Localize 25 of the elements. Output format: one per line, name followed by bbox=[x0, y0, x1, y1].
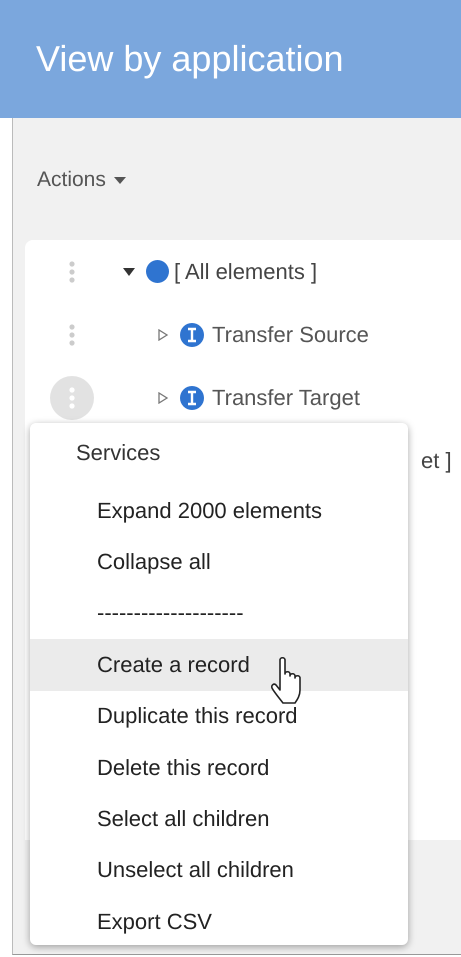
menu-item[interactable]: -------------------- bbox=[30, 588, 408, 640]
menu-item[interactable]: Select all children bbox=[30, 793, 408, 845]
drag-handle[interactable] bbox=[50, 376, 94, 420]
menu-item[interactable]: Export CSV bbox=[30, 896, 408, 948]
tree-node-label[interactable]: [ All elements ] bbox=[174, 258, 318, 284]
caret-icon bbox=[114, 176, 126, 184]
menu-item[interactable]: Delete this record bbox=[30, 742, 408, 794]
tree-node-label[interactable]: Transfer Source bbox=[212, 322, 369, 348]
page-title: View by application bbox=[36, 38, 344, 80]
menu-heading: Services bbox=[75, 439, 162, 467]
expand-triangle-icon[interactable] bbox=[156, 392, 170, 404]
menu-item[interactable]: Expand 2000 elements bbox=[30, 485, 408, 536]
info-circle-icon bbox=[180, 386, 204, 410]
hand-cursor-icon bbox=[268, 656, 304, 706]
menu-item[interactable]: Collapse all bbox=[30, 536, 408, 588]
tree-node-label[interactable]: et ] bbox=[421, 448, 452, 474]
menu-item[interactable]: Create a record bbox=[30, 639, 408, 691]
collapse-triangle-icon[interactable] bbox=[122, 266, 136, 278]
actions-dropdown[interactable]: Actions bbox=[37, 168, 126, 192]
tree-node-label[interactable]: Transfer Target bbox=[212, 384, 360, 410]
expand-triangle-icon[interactable] bbox=[156, 328, 170, 340]
menu-item[interactable]: Duplicate this record bbox=[30, 690, 408, 742]
info-circle-icon bbox=[180, 322, 204, 346]
circle-icon bbox=[146, 260, 169, 283]
menu-item[interactable]: Unselect all children bbox=[30, 844, 408, 896]
